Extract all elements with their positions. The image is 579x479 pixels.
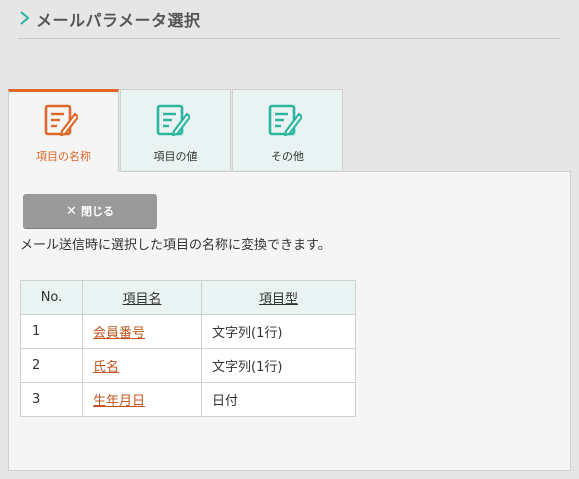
tab-panel: ✕ 閉じる メール送信時に選択した項目の名称に変換できます。 No. 項目名 項…	[8, 171, 571, 471]
edit-note-icon	[268, 104, 302, 137]
column-header-no: No.	[20, 280, 83, 315]
tab-label: 項目の値	[153, 150, 198, 163]
item-name-link[interactable]: 氏名	[93, 360, 119, 375]
table-row: 2 氏名 文字列(1行)	[20, 348, 356, 383]
tab-item-name[interactable]: 項目の名称	[8, 89, 119, 172]
row-type: 日付	[201, 382, 356, 417]
table-header-row: No. 項目名 項目型	[20, 280, 356, 315]
page-header: メールパラメータ選択	[18, 6, 561, 39]
item-name-link[interactable]: 会員番号	[93, 326, 145, 341]
chevron-right-icon	[20, 11, 30, 25]
row-name-cell: 氏名	[82, 348, 202, 383]
tab-bar: 項目の名称 項目の値 その他	[8, 89, 346, 172]
close-icon: ✕	[66, 203, 77, 219]
parameter-table: No. 項目名 項目型 1 会員番号 文字列(1行) 2 氏名 文字列(1行) …	[20, 280, 356, 417]
row-number: 1	[20, 314, 83, 349]
edit-note-icon	[44, 104, 78, 137]
tab-label: 項目の名称	[36, 150, 91, 163]
table-row: 3 生年月日 日付	[20, 382, 356, 417]
row-number: 3	[20, 382, 83, 417]
row-type: 文字列(1行)	[201, 348, 356, 383]
description-text: メール送信時に選択した項目の名称に変換できます。	[20, 238, 331, 253]
column-header-type[interactable]: 項目型	[201, 280, 356, 315]
tab-label: その他	[271, 150, 304, 163]
row-name-cell: 生年月日	[82, 382, 202, 417]
row-number: 2	[20, 348, 83, 383]
page-title: メールパラメータ選択	[36, 11, 201, 30]
close-button[interactable]: ✕ 閉じる	[23, 194, 157, 228]
edit-note-icon	[156, 104, 190, 137]
column-header-name[interactable]: 項目名	[82, 280, 202, 315]
item-name-link[interactable]: 生年月日	[93, 394, 145, 409]
tab-item-value[interactable]: 項目の値	[120, 89, 231, 170]
table-row: 1 会員番号 文字列(1行)	[20, 314, 356, 349]
row-type: 文字列(1行)	[201, 314, 356, 349]
tab-other[interactable]: その他	[232, 89, 343, 170]
close-button-label: 閉じる	[80, 205, 114, 218]
row-name-cell: 会員番号	[82, 314, 202, 349]
